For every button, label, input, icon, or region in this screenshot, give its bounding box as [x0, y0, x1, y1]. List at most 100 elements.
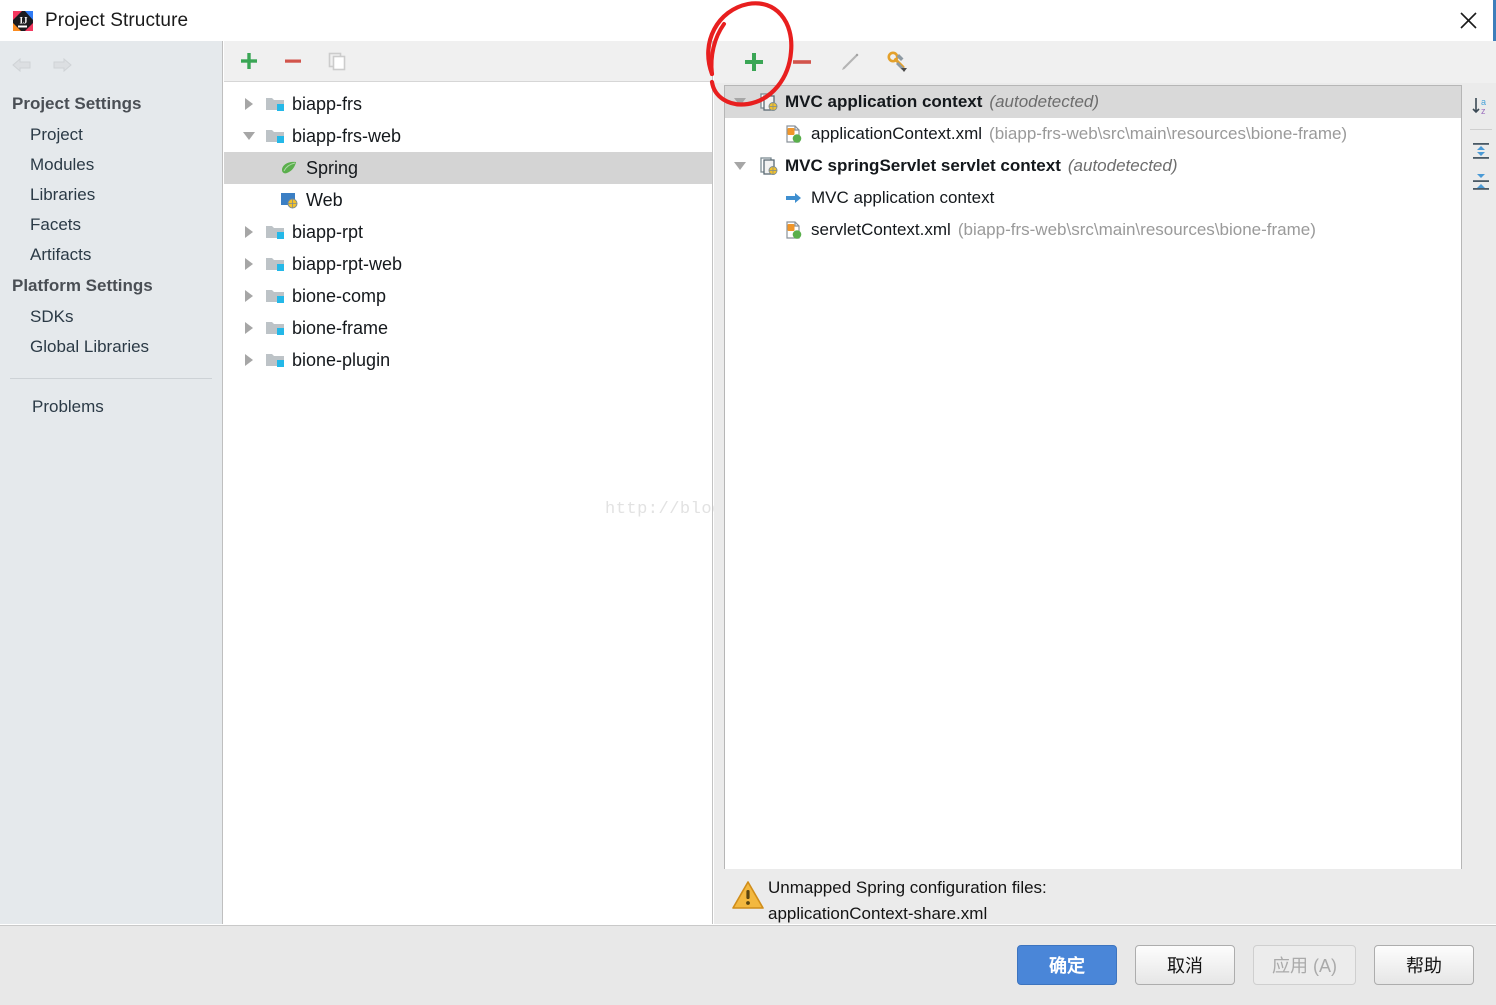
spring-contexts-tree: MVC application context (autodetected) a… [724, 85, 1462, 910]
spring-context-icon [755, 156, 781, 176]
collapse-all-icon[interactable] [1468, 168, 1494, 194]
cancel-button[interactable]: 取消 [1135, 945, 1235, 985]
copy-module-button[interactable] [322, 46, 352, 76]
table-row[interactable]: Web [224, 184, 712, 216]
parent-context-name: MVC application context [811, 188, 995, 207]
arrow-right-icon[interactable] [49, 52, 75, 78]
svg-text:IJ: IJ [20, 15, 29, 25]
table-row[interactable]: bione-frame [224, 312, 712, 344]
wrench-dropdown-icon[interactable] [882, 47, 914, 77]
context-autodetected-tag: (autodetected) [989, 92, 1100, 111]
spring-contexts-panel: MVC application context (autodetected) a… [714, 41, 1496, 924]
intellij-idea-logo-icon: IJ [12, 10, 34, 32]
close-icon[interactable] [1440, 0, 1496, 41]
module-folder-icon [262, 223, 288, 241]
sidebar-item-problems[interactable]: Problems [0, 392, 222, 422]
spring-contexts-toolbar [714, 41, 1496, 83]
module-folder-icon [262, 351, 288, 369]
table-row[interactable]: applicationContext.xml (biapp-frs-web\sr… [725, 118, 1461, 150]
sidebar-navigation [0, 41, 222, 88]
sidebar-group-platform-settings: Platform Settings [12, 276, 153, 295]
dialog-buttons: 确定 取消 应用 (A) 帮助 [1017, 945, 1474, 985]
config-file-path: (biapp-frs-web\src\main\resources\bione-… [989, 124, 1348, 143]
add-module-button[interactable] [234, 46, 264, 76]
ok-button[interactable]: 确定 [1017, 945, 1117, 985]
spring-leaf-icon [276, 159, 302, 177]
parent-context-arrow-icon [781, 188, 807, 208]
spring-context-icon [755, 92, 781, 112]
sidebar-item-global-libraries[interactable]: Global Libraries [0, 332, 222, 362]
module-folder-icon [262, 319, 288, 337]
module-folder-icon [262, 95, 288, 113]
sidebar-item-facets[interactable]: Facets [0, 210, 222, 240]
spring-xml-file-icon [781, 220, 807, 240]
table-row[interactable]: MVC springServlet servlet context (autod… [725, 150, 1461, 182]
remove-module-button[interactable] [278, 46, 308, 76]
chevron-right-icon[interactable] [236, 98, 262, 110]
module-name: biapp-rpt-web [292, 253, 403, 274]
module-name: bione-comp [292, 285, 387, 306]
sidebar-item-modules[interactable]: Modules [0, 150, 222, 180]
dialog-button-bar: 确定 取消 应用 (A) 帮助 [0, 925, 1496, 1005]
table-row[interactable]: Spring [224, 152, 712, 184]
pencil-icon[interactable] [834, 47, 866, 77]
chevron-right-icon[interactable] [236, 290, 262, 302]
sidebar-divider [10, 378, 212, 379]
chevron-down-icon[interactable] [236, 132, 262, 140]
modules-panel: biapp-frs biapp-frs-web Spring Web biapp… [224, 41, 713, 924]
table-row[interactable]: bione-comp [224, 280, 712, 312]
settings-sidebar: Project Settings Project Modules Librari… [0, 41, 223, 924]
help-button[interactable]: 帮助 [1374, 945, 1474, 985]
modules-tree: biapp-frs biapp-frs-web Spring Web biapp… [224, 82, 712, 376]
tree-sort-toolbar: a z [1467, 85, 1495, 910]
table-row[interactable]: biapp-rpt-web [224, 248, 712, 280]
context-name: MVC springServlet servlet context [785, 156, 1061, 175]
warning-triangle-icon [728, 875, 768, 911]
module-name: biapp-rpt [292, 221, 364, 242]
table-row[interactable]: bione-plugin [224, 344, 712, 376]
project-structure-dialog: IJ Project Structure Project Settings Pr… [0, 0, 1496, 1005]
config-file-name: applicationContext.xml [811, 124, 983, 143]
module-name: bione-frame [292, 317, 389, 338]
table-row[interactable]: MVC application context [725, 182, 1461, 214]
sidebar-item-project[interactable]: Project [0, 120, 222, 150]
remove-context-button[interactable] [786, 47, 818, 77]
apply-button: 应用 (A) [1253, 945, 1356, 985]
config-file-name: servletContext.xml [811, 220, 951, 239]
module-name: biapp-frs [292, 93, 363, 114]
warning-message: Unmapped Spring configuration files: app… [768, 875, 1047, 927]
chevron-right-icon[interactable] [236, 226, 262, 238]
chevron-right-icon[interactable] [236, 354, 262, 366]
sort-az-icon[interactable]: a z [1468, 93, 1494, 119]
context-name: MVC application context [785, 92, 983, 111]
sort-toolbar-divider [1470, 129, 1492, 130]
modules-toolbar [224, 41, 712, 82]
module-name: biapp-frs-web [292, 125, 402, 146]
sidebar-item-sdks[interactable]: SDKs [0, 302, 222, 332]
chevron-down-icon[interactable] [725, 98, 755, 106]
facet-name: Web [306, 189, 343, 210]
sidebar-item-artifacts[interactable]: Artifacts [0, 240, 222, 270]
chevron-right-icon[interactable] [236, 322, 262, 334]
module-folder-icon [262, 287, 288, 305]
title-bar: IJ Project Structure [0, 0, 1496, 41]
warning-line-1: Unmapped Spring configuration files: [768, 878, 1047, 897]
table-row[interactable]: biapp-frs [224, 88, 712, 120]
add-context-button[interactable] [738, 47, 770, 77]
table-row[interactable]: servletContext.xml (biapp-frs-web\src\ma… [725, 214, 1461, 246]
module-folder-icon [262, 127, 288, 145]
sidebar-group-project-settings: Project Settings [12, 94, 142, 113]
table-row[interactable]: MVC application context (autodetected) [725, 86, 1461, 118]
facet-name: Spring [306, 157, 359, 178]
module-folder-icon [262, 255, 288, 273]
svg-text:z: z [1481, 106, 1486, 116]
arrow-left-icon[interactable] [9, 52, 35, 78]
unmapped-files-warning: Unmapped Spring configuration files: app… [714, 869, 1496, 924]
chevron-right-icon[interactable] [236, 258, 262, 270]
expand-all-icon[interactable] [1468, 138, 1494, 164]
sidebar-item-libraries[interactable]: Libraries [0, 180, 222, 210]
table-row[interactable]: biapp-rpt [224, 216, 712, 248]
web-facet-icon [276, 191, 302, 209]
chevron-down-icon[interactable] [725, 162, 755, 170]
table-row[interactable]: biapp-frs-web [224, 120, 712, 152]
